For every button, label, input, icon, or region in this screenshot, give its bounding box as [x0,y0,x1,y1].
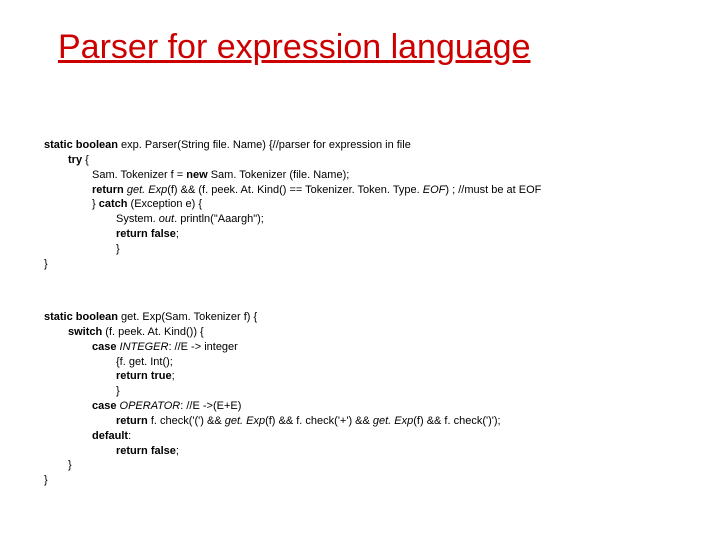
code-line: return false; [44,444,501,459]
code-line: } [44,458,501,473]
code-block-1: static boolean exp. Parser(String file. … [44,138,541,272]
code-line: return get. Exp(f) && (f. peek. At. Kind… [44,183,541,198]
code-line: } [44,242,541,257]
code-line: } catch (Exception e) { [44,197,541,212]
code-line: {f. get. Int(); [44,355,501,370]
code-line: } [44,384,501,399]
code-line: try { [44,153,541,168]
code-line: case OPERATOR: //E ->(E+E) [44,399,501,414]
code-block-2: static boolean get. Exp(Sam. Tokenizer f… [44,310,501,488]
code-line: Sam. Tokenizer f = new Sam. Tokenizer (f… [44,168,541,183]
code-line: case INTEGER: //E -> integer [44,340,501,355]
code-line: return f. check('(') && get. Exp(f) && f… [44,414,501,429]
code-line: switch (f. peek. At. Kind()) { [44,325,501,340]
code-line: static boolean exp. Parser(String file. … [44,138,541,153]
code-line: return false; [44,227,541,242]
code-line: default: [44,429,501,444]
slide: Parser for expression language static bo… [0,0,720,540]
slide-title: Parser for expression language [58,28,531,67]
code-line: } [44,257,541,272]
code-line: static boolean get. Exp(Sam. Tokenizer f… [44,310,501,325]
code-line: System. out. println("Aaargh"); [44,212,541,227]
code-line: return true; [44,369,501,384]
code-line: } [44,473,501,488]
